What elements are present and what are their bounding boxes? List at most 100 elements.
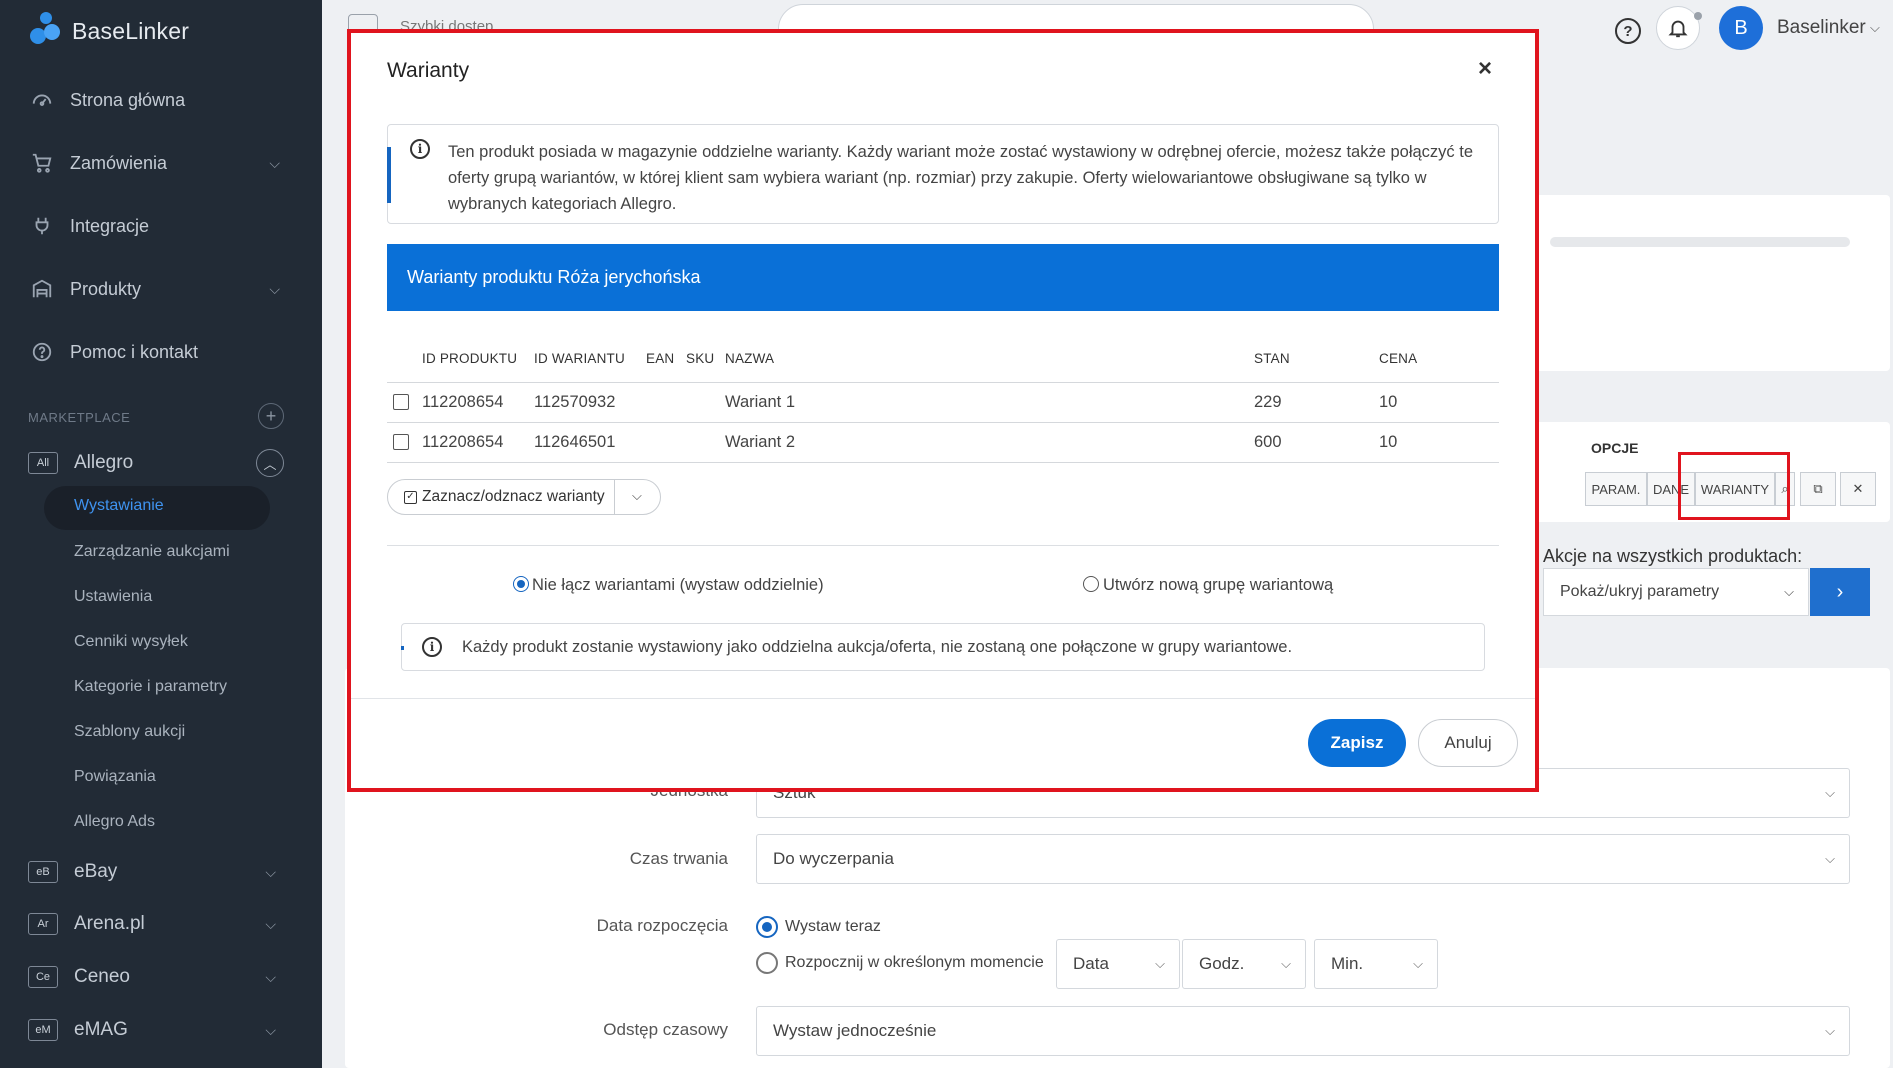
cell-stock: 600 <box>1254 433 1282 451</box>
bulk-actions-go-button[interactable]: › <box>1810 568 1870 616</box>
sidebar-sub-item-links[interactable]: Powiązania <box>74 768 156 786</box>
chevron-up-icon[interactable]: ︿ <box>256 449 284 477</box>
marketplace-badge: All <box>28 452 58 474</box>
user-name[interactable]: Baselinker <box>1777 17 1866 39</box>
sidebar-item-emag[interactable]: eM eMAG ⌵ <box>28 1019 284 1041</box>
sidebar-item-products[interactable]: Produkty ⌵ <box>30 277 280 301</box>
col-header-ean: EAN <box>646 351 675 366</box>
col-header-variant-id: ID WARIANTU <box>534 351 625 366</box>
notification-dot <box>1694 12 1702 20</box>
dashboard-icon <box>30 88 54 112</box>
close-icon[interactable]: × <box>1478 55 1492 83</box>
table-divider <box>387 462 1499 463</box>
sidebar-item-label: Produkty <box>70 278 142 299</box>
separate-variants-radio[interactable] <box>513 576 529 592</box>
cell-name: Wariant 2 <box>725 433 795 451</box>
sidebar-sub-item-templates[interactable]: Szablony aukcji <box>74 723 185 741</box>
brand-name: BaseLinker <box>72 17 190 44</box>
row-checkbox[interactable] <box>393 394 409 410</box>
bulk-actions-select[interactable]: Pokaż/ukryj parametry ⌵ <box>1543 568 1809 616</box>
start-now-radio[interactable] <box>756 916 778 938</box>
sidebar-item-label: Strona główna <box>70 89 186 110</box>
copy-icon[interactable]: ⧉ <box>1800 472 1836 506</box>
options-header: OPCJE <box>1591 440 1639 456</box>
sidebar-item-ebay[interactable]: eB eBay ⌵ <box>28 861 284 883</box>
duration-value: Do wyczerpania <box>773 849 894 868</box>
table-divider <box>387 422 1499 423</box>
chevron-down-icon: ⌵ <box>1825 785 1835 800</box>
date-select-value: Data <box>1073 954 1109 973</box>
sidebar: BaseLinker Strona główna Zamówienia ⌵ In… <box>0 0 322 1068</box>
date-select[interactable]: Data ⌵ <box>1056 939 1180 989</box>
variants-header: Warianty produktu Róża jerychońska <box>387 244 1499 311</box>
sidebar-sub-item-categories[interactable]: Kategorie i parametry <box>74 678 227 696</box>
variants-modal: Warianty × i Ten produkt posiada w magaz… <box>351 33 1535 788</box>
avatar[interactable]: B <box>1719 6 1763 50</box>
sidebar-item-label: Zamówienia <box>70 152 168 173</box>
marketplace-badge: eB <box>28 861 58 883</box>
highlight-box <box>1678 452 1790 520</box>
info-text-secondary: Każdy produkt zostanie wystawiony jako o… <box>462 638 1293 656</box>
notifications-bell-icon[interactable] <box>1656 6 1700 50</box>
col-header-name: NAZWA <box>725 351 775 366</box>
brand[interactable]: BaseLinker <box>28 10 189 52</box>
interval-select[interactable]: Wystaw jednocześnie ⌵ <box>756 1006 1850 1056</box>
sidebar-sub-item-shipping[interactable]: Cenniki wysyłek <box>74 633 188 651</box>
sidebar-sub-item-settings[interactable]: Ustawienia <box>74 588 152 606</box>
marketplace-label: Ceneo <box>74 966 130 987</box>
new-group-radio[interactable] <box>1083 576 1099 592</box>
marketplace-label: eBay <box>74 861 118 882</box>
chevron-down-icon: ⌵ <box>265 863 276 880</box>
cell-price: 10 <box>1379 433 1398 451</box>
chevron-down-icon: ⌵ <box>1413 956 1423 971</box>
duration-label: Czas trwania <box>629 849 728 868</box>
warehouse-icon <box>30 277 54 301</box>
marketplace-section-label: MARKETPLACE <box>28 410 131 425</box>
save-button[interactable]: Zapisz <box>1308 719 1406 767</box>
chevron-down-icon[interactable]: ⌵ <box>1870 20 1880 36</box>
cancel-button[interactable]: Anuluj <box>1418 719 1518 767</box>
col-header-product-id: ID PRODUKTU <box>422 351 518 366</box>
toggle-variants-group: ✓ Zaznacz/odznacz warianty ⌵ <box>387 479 661 515</box>
marketplace-badge: Ce <box>28 966 58 988</box>
help-icon[interactable]: ? <box>1615 18 1641 44</box>
toggle-variants-button[interactable]: Zaznacz/odznacz warianty <box>422 488 605 506</box>
info-alert-secondary: i Każdy produkt zostanie wystawiony jako… <box>401 623 1485 671</box>
cell-product-id: 112208654 <box>422 393 504 411</box>
sidebar-item-arena[interactable]: Ar Arena.pl ⌵ <box>28 913 284 935</box>
sidebar-item-help[interactable]: Pomoc i kontakt <box>30 340 280 364</box>
sidebar-sub-item-listing[interactable]: Wystawianie <box>74 497 164 515</box>
help-icon <box>30 340 54 364</box>
duration-select[interactable]: Do wyczerpania ⌵ <box>756 834 1850 884</box>
sidebar-sub-item-ads[interactable]: Allegro Ads <box>74 813 155 831</box>
hour-select[interactable]: Godz. ⌵ <box>1182 939 1306 989</box>
param-button[interactable]: PARAM. <box>1585 472 1647 506</box>
sidebar-sub-item-auctions[interactable]: Zarządzanie aukcjami <box>74 543 230 561</box>
sidebar-item-ceneo[interactable]: Ce Ceneo ⌵ <box>28 966 284 988</box>
col-header-sku: SKU <box>686 351 715 366</box>
chevron-down-icon: ⌵ <box>1825 1023 1835 1038</box>
row-checkbox[interactable] <box>393 434 409 450</box>
chevron-down-icon[interactable]: ⌵ <box>632 488 642 504</box>
add-marketplace-icon[interactable]: + <box>258 403 284 429</box>
info-text: Ten produkt posiada w magazynie oddzieln… <box>448 143 1474 213</box>
info-alert: i Ten produkt posiada w magazynie oddzie… <box>387 124 1499 224</box>
sidebar-item-integrations[interactable]: Integracje <box>30 214 280 238</box>
modal-title: Warianty <box>387 59 470 82</box>
sidebar-item-home[interactable]: Strona główna <box>30 88 280 112</box>
chevron-down-icon: ⌵ <box>265 915 276 932</box>
plug-icon <box>30 214 54 238</box>
marketplace-label: Allegro <box>74 452 134 473</box>
delete-icon[interactable]: ✕ <box>1840 472 1876 506</box>
cell-variant-id: 112646501 <box>534 433 616 451</box>
sidebar-item-orders[interactable]: Zamówienia ⌵ <box>30 151 280 175</box>
start-later-radio[interactable] <box>756 952 778 974</box>
col-header-price: CENA <box>1379 351 1418 366</box>
marketplace-badge: Ar <box>28 913 58 935</box>
minute-select[interactable]: Min. ⌵ <box>1314 939 1438 989</box>
sidebar-item-allegro[interactable]: All Allegro ︿ <box>28 449 284 477</box>
cell-name: Wariant 1 <box>725 393 795 411</box>
info-accent-bar <box>387 147 391 203</box>
chevron-down-icon: ⌵ <box>1784 584 1794 599</box>
divider <box>614 480 615 514</box>
